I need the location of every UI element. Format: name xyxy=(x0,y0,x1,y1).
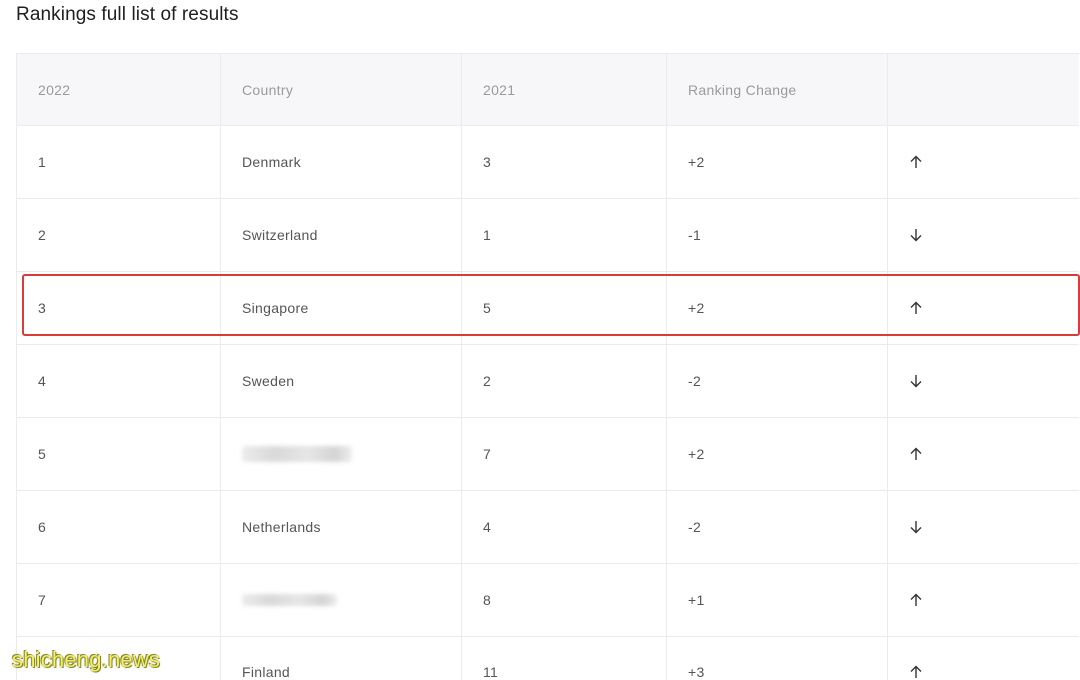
rank-2022-cell: 5 xyxy=(17,418,221,490)
ranking-change-cell: -1 xyxy=(667,199,888,271)
country-cell: Netherlands xyxy=(221,491,462,563)
ranking-change-cell: +2 xyxy=(667,418,888,490)
table-row: 5 7 +2 xyxy=(17,418,1079,491)
rank-2021-cell: 3 xyxy=(462,126,667,198)
watermark: shicheng.news xyxy=(12,647,161,672)
table-row: 4 Sweden 2 -2 xyxy=(17,345,1079,418)
country-cell: Denmark xyxy=(221,126,462,198)
rank-2021-cell: 11 xyxy=(462,637,667,680)
rankings-table: 2022 Country 2021 Ranking Change 1 Denma… xyxy=(16,53,1079,680)
arrow-up-icon xyxy=(910,155,922,168)
country-cell xyxy=(221,564,462,636)
country-cell: Finland xyxy=(221,637,462,680)
rank-2021-cell: 5 xyxy=(462,272,667,344)
table-row: 7 8 +1 xyxy=(17,564,1079,637)
direction-cell xyxy=(888,491,1079,563)
arrow-down-icon xyxy=(910,521,922,534)
direction-cell xyxy=(888,199,1079,271)
arrow-down-icon xyxy=(910,375,922,388)
page-title: Rankings full list of results xyxy=(16,4,239,25)
ranking-change-cell: +2 xyxy=(667,126,888,198)
arrow-down-icon xyxy=(910,229,922,242)
rank-2022-cell: 3 xyxy=(17,272,221,344)
rank-2022-cell: 2 xyxy=(17,199,221,271)
ranking-change-cell: +2 xyxy=(667,272,888,344)
table-row: 3 Singapore 5 +2 xyxy=(17,272,1079,345)
arrow-up-icon xyxy=(910,665,922,678)
ranking-change-cell: -2 xyxy=(667,491,888,563)
direction-cell xyxy=(888,345,1079,417)
country-cell: Singapore xyxy=(221,272,462,344)
ranking-change-cell: -2 xyxy=(667,345,888,417)
country-cell: Switzerland xyxy=(221,199,462,271)
rank-2021-cell: 7 xyxy=(462,418,667,490)
rank-2022-cell: 1 xyxy=(17,126,221,198)
blurred-country-name xyxy=(242,594,337,606)
ranking-change-cell: +3 xyxy=(667,637,888,680)
header-direction xyxy=(888,54,1079,125)
direction-cell xyxy=(888,637,1079,680)
rank-2021-cell: 1 xyxy=(462,199,667,271)
arrow-up-icon xyxy=(910,593,922,606)
blurred-country-name xyxy=(242,446,352,462)
rank-2021-cell: 2 xyxy=(462,345,667,417)
direction-cell xyxy=(888,272,1079,344)
ranking-change-cell: +1 xyxy=(667,564,888,636)
country-cell: Sweden xyxy=(221,345,462,417)
table-row: 1 Denmark 3 +2 xyxy=(17,126,1079,199)
rank-2022-cell: 4 xyxy=(17,345,221,417)
rank-2021-cell: 4 xyxy=(462,491,667,563)
direction-cell xyxy=(888,418,1079,490)
arrow-up-icon xyxy=(910,447,922,460)
header-2022[interactable]: 2022 xyxy=(17,54,221,125)
table-header-row: 2022 Country 2021 Ranking Change xyxy=(17,54,1079,126)
rank-2021-cell: 8 xyxy=(462,564,667,636)
header-ranking-change[interactable]: Ranking Change xyxy=(667,54,888,125)
direction-cell xyxy=(888,564,1079,636)
rank-2022-cell: 6 xyxy=(17,491,221,563)
header-country[interactable]: Country xyxy=(221,54,462,125)
header-2021[interactable]: 2021 xyxy=(462,54,667,125)
table-row: 6 Netherlands 4 -2 xyxy=(17,491,1079,564)
arrow-up-icon xyxy=(910,301,922,314)
table-row: 2 Switzerland 1 -1 xyxy=(17,199,1079,272)
country-cell xyxy=(221,418,462,490)
page: Rankings full list of results 2022 Count… xyxy=(0,0,1080,680)
rank-2022-cell: 7 xyxy=(17,564,221,636)
table-row: 8 Finland 11 +3 xyxy=(17,637,1079,680)
direction-cell xyxy=(888,126,1079,198)
